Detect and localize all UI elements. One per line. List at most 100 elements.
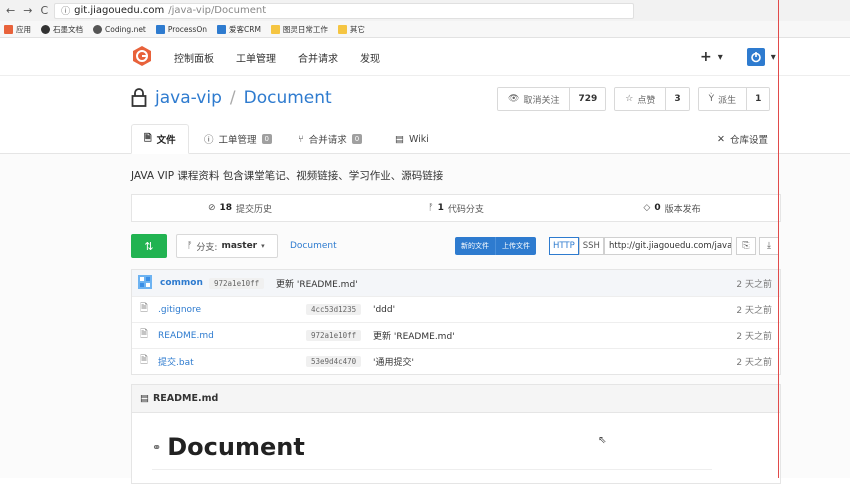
- repo-tabs: 🗎 文件 ⓘ 工单管理 0 ⑂ 合并请求 0 ▤ Wiki ✕ 仓库设置: [0, 124, 850, 154]
- bookmark-label: ProcessOn: [167, 24, 207, 34]
- upload-file-button[interactable]: 上传文件: [495, 237, 536, 255]
- tab-label: 工单管理: [218, 135, 257, 146]
- file-name[interactable]: 提交.bat: [158, 355, 194, 368]
- tab-wiki[interactable]: ▤ Wiki: [395, 124, 429, 154]
- file-name[interactable]: .gitignore: [158, 305, 201, 315]
- ssh-protocol-button[interactable]: SSH: [578, 237, 604, 255]
- url-path: /java-vip/Document: [168, 5, 267, 16]
- shimo-icon: [41, 24, 50, 34]
- star-label-wrap: ☆ 点赞: [615, 88, 667, 110]
- file-commit-sha[interactable]: 53e9d4c470: [306, 356, 362, 367]
- star-icon: ☆: [625, 94, 634, 104]
- file-row[interactable]: 🗎 .gitignore 4cc53d1235 'ddd' 2 天之前: [132, 296, 780, 322]
- commits-stat[interactable]: ⊘ 18 提交历史: [132, 195, 348, 221]
- tab-pulls[interactable]: ⑂ 合并请求 0: [298, 124, 363, 154]
- anchor-link-icon[interactable]: ⚭: [152, 441, 161, 454]
- menu-issues[interactable]: 工单管理: [236, 50, 276, 65]
- bookmark-coding[interactable]: Coding.net: [93, 24, 146, 34]
- compare-button[interactable]: ⇅: [131, 234, 167, 258]
- bookmark-crm[interactable]: 爱客CRM: [217, 24, 261, 35]
- tab-settings[interactable]: ✕ 仓库设置: [717, 124, 768, 154]
- tab-label: 文件: [156, 135, 176, 146]
- branch-icon: ᚡ: [187, 241, 193, 251]
- breadcrumb[interactable]: Document: [290, 234, 337, 258]
- copy-url-button[interactable]: ⎘: [736, 237, 756, 255]
- readme-panel: ▤ README.md ⚭ Document: [131, 384, 781, 484]
- tab-files[interactable]: 🗎 文件: [131, 124, 189, 154]
- bookmark-shimo[interactable]: 石墨文档: [41, 24, 83, 35]
- create-plus-button[interactable]: +: [700, 49, 712, 65]
- folder-icon: [270, 24, 280, 34]
- fork-button[interactable]: Ỳ 派生 1: [697, 87, 771, 111]
- watch-count[interactable]: 729: [570, 88, 606, 110]
- repo-stats: ⊘ 18 提交历史 ᚡ 1 代码分支 ◇ 0 版本发布: [131, 194, 781, 222]
- file-name[interactable]: README.md: [158, 331, 214, 341]
- menu-dashboard[interactable]: 控制面板: [174, 50, 214, 65]
- releases-label: 版本发布: [664, 204, 701, 215]
- crm-icon: [217, 24, 226, 34]
- fork-icon: Ỳ: [708, 94, 715, 104]
- repo-owner-link[interactable]: java-vip: [155, 88, 222, 108]
- star-button[interactable]: ☆ 点赞 3: [614, 87, 690, 111]
- user-avatar[interactable]: [138, 274, 152, 292]
- file-commit-sha[interactable]: 972a1e10ff: [306, 330, 362, 341]
- commit-message: 更新 'README.md': [276, 279, 358, 290]
- file-row[interactable]: 🗎 README.md 972a1e10ff 更新 'README.md' 2 …: [132, 322, 780, 348]
- bookmark-folder-work[interactable]: 图灵日常工作: [270, 24, 328, 35]
- bookmark-label: 应用: [16, 24, 31, 34]
- bookmark-label: 石墨文档: [53, 24, 83, 34]
- wiki-icon: ▤: [395, 133, 404, 145]
- reload-icon[interactable]: C: [40, 4, 48, 17]
- http-protocol-button[interactable]: HTTP: [549, 237, 579, 255]
- bookmark-label: Coding.net: [105, 24, 146, 34]
- branch-dropdown[interactable]: ᚡ 分支: master ▾: [176, 234, 278, 258]
- bookmark-apps[interactable]: 应用: [4, 24, 31, 35]
- chevron-down-icon: ▾: [261, 242, 265, 250]
- folder-icon: [337, 24, 347, 34]
- readme-heading: ⚭ Document: [152, 433, 305, 461]
- avatar[interactable]: [746, 48, 765, 66]
- info-icon[interactable]: ⓘ: [61, 4, 70, 17]
- menu-pulls[interactable]: 合并请求: [298, 50, 338, 65]
- forward-icon[interactable]: →: [23, 4, 32, 17]
- releases-stat[interactable]: ◇ 0 版本发布: [564, 195, 780, 221]
- tag-icon: ◇: [643, 203, 651, 213]
- repo-name-link[interactable]: Document: [244, 88, 332, 108]
- coding-icon: [93, 24, 102, 34]
- clone-url-input[interactable]: http://git.jiagouedu.com/java-vip/Docume…: [604, 237, 732, 255]
- star-count[interactable]: 3: [666, 88, 689, 110]
- commit-author[interactable]: common: [160, 278, 203, 288]
- chevron-down-icon[interactable]: ▾: [718, 52, 723, 63]
- issue-count-badge: 0: [261, 134, 272, 144]
- commit-sha[interactable]: 972a1e10ff: [209, 277, 265, 289]
- gogs-logo-icon[interactable]: [131, 45, 153, 67]
- history-icon: ⊘: [207, 203, 216, 213]
- branches-label: 代码分支: [447, 204, 484, 215]
- file-commit-sha[interactable]: 4cc53d1235: [306, 304, 362, 315]
- file-icon: 🗎: [140, 303, 149, 314]
- new-file-button[interactable]: 新的文件: [455, 237, 495, 255]
- watch-label-wrap: 👁 取消关注: [498, 88, 571, 110]
- bookmark-processon[interactable]: ProcessOn: [155, 24, 207, 34]
- bookmark-folder-other[interactable]: 其它: [337, 24, 365, 35]
- file-row[interactable]: 🗎 提交.bat 53e9d4c470 '通用提交' 2 天之前: [132, 348, 780, 374]
- repo-actions: 👁 取消关注 729 ☆ 点赞 3 Ỳ 派生 1: [497, 87, 771, 111]
- apps-grid-icon: [4, 24, 13, 34]
- tab-label: 仓库设置: [729, 135, 768, 146]
- branches-stat[interactable]: ᚡ 1 代码分支: [348, 195, 564, 221]
- red-guide-line: [778, 0, 779, 478]
- menu-explore[interactable]: 发现: [360, 50, 380, 65]
- back-icon[interactable]: ←: [6, 4, 15, 17]
- watch-button[interactable]: 👁 取消关注 729: [497, 87, 607, 111]
- releases-count: 0: [654, 203, 661, 213]
- pull-request-icon: ⑂: [298, 133, 304, 145]
- heading-divider: [152, 469, 712, 470]
- fork-count[interactable]: 1: [747, 88, 770, 110]
- tab-issues[interactable]: ⓘ 工单管理 0: [204, 124, 272, 154]
- browser-nav: ← → C: [0, 4, 54, 17]
- download-button[interactable]: ⤓: [759, 237, 779, 255]
- address-bar[interactable]: ⓘ git.jiagouedu.com/java-vip/Document: [54, 2, 635, 19]
- file-commit-message: '通用提交': [373, 358, 414, 368]
- chevron-down-icon[interactable]: ▾: [771, 52, 776, 63]
- commit-time: 2 天之前: [736, 279, 772, 290]
